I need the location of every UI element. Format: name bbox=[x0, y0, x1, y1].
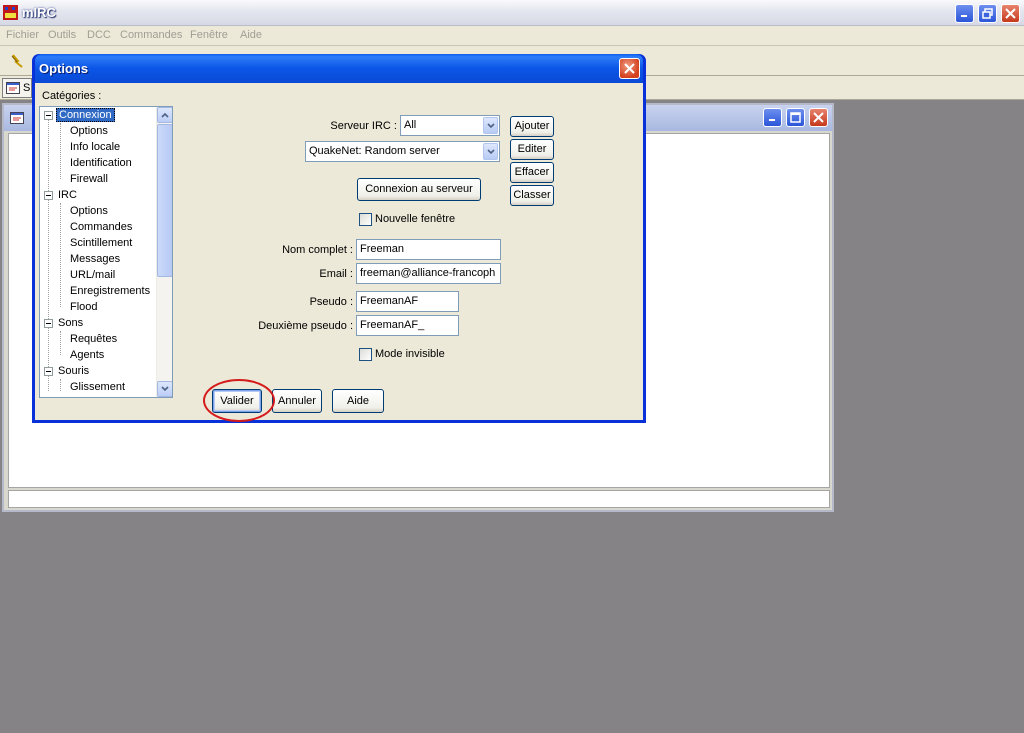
status-minimize-button[interactable] bbox=[763, 108, 782, 127]
dialog-close-button[interactable] bbox=[619, 58, 640, 79]
tree-guide-line bbox=[60, 379, 61, 391]
tree-scrollbar[interactable] bbox=[156, 107, 172, 397]
options-dialog-body: Catégories : Connexion Options Info loca… bbox=[35, 83, 643, 420]
new-window-checkbox[interactable] bbox=[359, 213, 372, 226]
invisible-mode-label: Mode invisible bbox=[375, 348, 445, 360]
server-group-value: All bbox=[404, 119, 417, 131]
tree-guide-line bbox=[60, 203, 61, 307]
status-window-icon bbox=[6, 82, 20, 94]
tree-guide-line bbox=[48, 115, 49, 391]
tree-item-agents[interactable]: Agents bbox=[68, 348, 106, 362]
categories-label: Catégories : bbox=[42, 90, 102, 102]
menu-fenetre[interactable]: Fenêtre bbox=[190, 29, 228, 41]
edit-server-button[interactable]: Editer bbox=[510, 139, 554, 160]
help-button[interactable]: Aide bbox=[332, 389, 384, 413]
alt-nick-label: Deuxième pseudo : bbox=[258, 320, 353, 332]
chevron-down-icon bbox=[486, 148, 495, 154]
email-field[interactable]: freeman@alliance-francoph bbox=[356, 263, 501, 284]
tree-collapse-sons-icon[interactable] bbox=[44, 319, 53, 328]
tree-item-identification[interactable]: Identification bbox=[68, 156, 134, 170]
close-icon bbox=[813, 112, 824, 123]
tree-item-souris[interactable]: Souris bbox=[56, 364, 91, 378]
highlight-circle-annotation bbox=[203, 379, 275, 422]
tree-collapse-irc-icon[interactable] bbox=[44, 191, 53, 200]
tree-item-url-mail[interactable]: URL/mail bbox=[68, 268, 117, 282]
menu-commandes[interactable]: Commandes bbox=[120, 29, 182, 41]
sort-servers-button[interactable]: Classer bbox=[510, 185, 554, 206]
tree-item-sons[interactable]: Sons bbox=[56, 316, 85, 330]
restore-icon bbox=[982, 8, 993, 19]
categories-tree[interactable]: Connexion Options Info locale Identifica… bbox=[39, 106, 173, 398]
tree-item-irc-options[interactable]: Options bbox=[68, 204, 110, 218]
maximize-icon bbox=[790, 112, 801, 123]
tree-item-commandes[interactable]: Commandes bbox=[68, 220, 134, 234]
tree-item-glissement[interactable]: Glissement bbox=[68, 380, 127, 394]
minimize-icon bbox=[961, 15, 967, 17]
server-group-dropdown-button[interactable] bbox=[483, 117, 498, 134]
tree-item-info-locale[interactable]: Info locale bbox=[68, 140, 122, 154]
close-icon bbox=[624, 63, 635, 74]
app-title-bar: mIRC bbox=[0, 0, 1024, 26]
delete-server-button[interactable]: Effacer bbox=[510, 162, 554, 183]
switchbar-status-button[interactable]: S bbox=[2, 78, 32, 98]
status-maximize-button[interactable] bbox=[786, 108, 805, 127]
add-server-button[interactable]: Ajouter bbox=[510, 116, 554, 137]
menu-fichier[interactable]: Fichier bbox=[6, 29, 39, 41]
server-value: QuakeNet: Random server bbox=[309, 145, 440, 157]
tree-item-firewall[interactable]: Firewall bbox=[68, 172, 110, 186]
menu-dcc[interactable]: DCC bbox=[87, 29, 111, 41]
menu-outils[interactable]: Outils bbox=[48, 29, 76, 41]
nick-label: Pseudo : bbox=[309, 296, 353, 308]
server-group-select[interactable]: All bbox=[400, 115, 500, 136]
minimize-button[interactable] bbox=[955, 4, 974, 23]
fullname-label: Nom complet : bbox=[282, 244, 353, 256]
switchbar-item-label: S bbox=[23, 82, 31, 94]
server-dropdown-button[interactable] bbox=[483, 143, 498, 160]
connect-icon[interactable] bbox=[10, 53, 26, 69]
nick-field[interactable]: FreemanAF bbox=[356, 291, 459, 312]
fullname-field[interactable]: Freeman bbox=[356, 239, 501, 260]
close-icon bbox=[1005, 8, 1016, 19]
app-title: mIRC bbox=[22, 5, 56, 20]
new-window-label: Nouvelle fenêtre bbox=[375, 213, 456, 225]
chevron-down-icon bbox=[161, 386, 169, 392]
tree-collapse-souris-icon[interactable] bbox=[44, 367, 53, 376]
dialog-title: Options bbox=[39, 61, 89, 76]
server-select[interactable]: QuakeNet: Random server bbox=[305, 141, 500, 162]
chevron-down-icon bbox=[486, 122, 495, 128]
options-dialog: Options Catégories : Connexion Options I… bbox=[32, 54, 646, 423]
menu-bar: Fichier Outils DCC Commandes Fenêtre Aid… bbox=[0, 26, 1024, 46]
chevron-up-icon bbox=[161, 112, 169, 118]
tree-item-messages[interactable]: Messages bbox=[68, 252, 122, 266]
close-button[interactable] bbox=[1001, 4, 1020, 23]
status-close-button[interactable] bbox=[809, 108, 828, 127]
tree-guide-line bbox=[60, 331, 61, 355]
minimize-icon bbox=[769, 119, 775, 121]
mirc-logo-icon bbox=[3, 5, 18, 20]
options-dialog-title-bar: Options bbox=[35, 54, 643, 83]
cancel-button[interactable]: Annuler bbox=[272, 389, 322, 413]
tree-item-scintillement[interactable]: Scintillement bbox=[68, 236, 134, 250]
tree-item-irc[interactable]: IRC bbox=[56, 188, 79, 202]
scroll-up-button[interactable] bbox=[157, 107, 172, 123]
invisible-mode-checkbox[interactable] bbox=[359, 348, 372, 361]
scroll-down-button[interactable] bbox=[157, 381, 172, 397]
restore-button[interactable] bbox=[978, 4, 997, 23]
tree-guide-line bbox=[60, 123, 61, 179]
alt-nick-field[interactable]: FreemanAF_ bbox=[356, 315, 459, 336]
connect-to-server-button[interactable]: Connexion au serveur bbox=[357, 178, 481, 201]
tree-item-requetes[interactable]: Requêtes bbox=[68, 332, 119, 346]
status-window-icon bbox=[10, 112, 24, 124]
tree-item-enregistrements[interactable]: Enregistrements bbox=[68, 284, 152, 298]
tree-collapse-connexion-icon[interactable] bbox=[44, 111, 53, 120]
server-label: Serveur IRC : bbox=[330, 120, 397, 132]
menu-aide[interactable]: Aide bbox=[240, 29, 262, 41]
email-label: Email : bbox=[319, 268, 353, 280]
scroll-thumb[interactable] bbox=[157, 124, 172, 277]
status-input-line[interactable] bbox=[8, 490, 830, 508]
tree-item-connexion[interactable]: Connexion bbox=[56, 108, 115, 122]
tree-item-flood[interactable]: Flood bbox=[68, 300, 100, 314]
tree-item-connexion-options[interactable]: Options bbox=[68, 124, 110, 138]
